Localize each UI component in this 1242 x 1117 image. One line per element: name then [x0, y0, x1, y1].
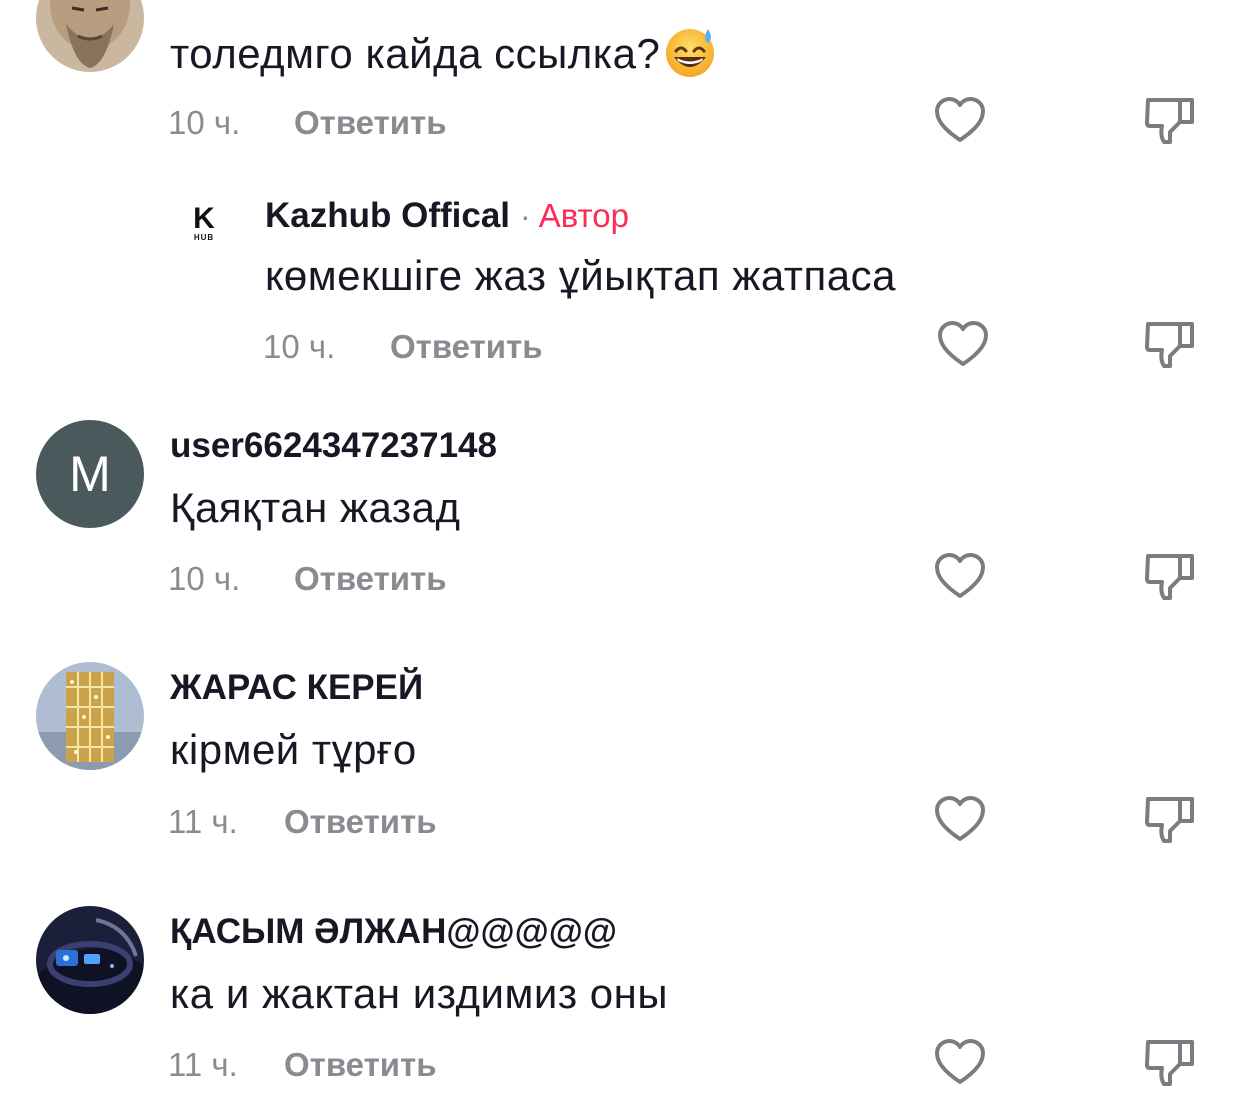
avatar[interactable]: [36, 906, 144, 1014]
comment-username[interactable]: ЖАРАС КЕРЕЙ: [170, 668, 423, 708]
comment-time: 11 ч.: [168, 1046, 238, 1083]
author-badge: Автор: [538, 197, 629, 234]
separator-dot: ·: [520, 198, 531, 234]
dislike-button[interactable]: [1142, 1034, 1198, 1090]
comment-time: 11 ч.: [168, 803, 238, 840]
avatar[interactable]: M: [36, 420, 144, 528]
comment-time: 10 ч.: [168, 104, 241, 141]
avatar[interactable]: [36, 0, 144, 72]
comment-username[interactable]: Kazhub Offical · Автор: [265, 196, 629, 236]
comment-time: 10 ч.: [263, 328, 336, 365]
thumbs-down-outline-icon: [1145, 797, 1194, 843]
dislike-button[interactable]: [1142, 791, 1198, 847]
heart-outline-icon: [935, 796, 985, 841]
dislike-button[interactable]: [1142, 92, 1198, 148]
heart-outline-icon: [938, 321, 988, 366]
reply-button[interactable]: Ответить: [390, 328, 543, 366]
thumbs-down-outline-icon: [1145, 554, 1194, 600]
thumbs-down-outline-icon: [1145, 322, 1194, 368]
comment-text: көмекшіге жаз ұйықтап жатпаса: [265, 252, 896, 299]
thumbs-down-outline-icon: [1145, 1040, 1194, 1086]
reply-button[interactable]: Ответить: [284, 803, 437, 841]
comment-text: кірмей тұрғо: [170, 726, 417, 773]
avatar-logo-subtext: HUB: [193, 233, 215, 242]
avatar[interactable]: K HUB: [168, 188, 240, 260]
reply-button[interactable]: Ответить: [294, 104, 447, 142]
like-button[interactable]: [932, 92, 988, 148]
comment-text: ка и жактан издимиз оны: [170, 970, 669, 1017]
thumbs-down-outline-icon: [1145, 98, 1194, 144]
dislike-button[interactable]: [1142, 548, 1198, 604]
dislike-button[interactable]: [1142, 316, 1198, 372]
sweat-smile-emoji-icon: [666, 28, 715, 77]
comment-time: 10 ч.: [168, 560, 241, 597]
heart-outline-icon: [935, 553, 985, 598]
heart-outline-icon: [935, 97, 985, 142]
comment-username[interactable]: user6624347237148: [170, 426, 497, 466]
reply-button[interactable]: Ответить: [294, 560, 447, 598]
comment-text: Қаяқтан жазад: [170, 484, 461, 531]
like-button[interactable]: [932, 548, 988, 604]
like-button[interactable]: [932, 791, 988, 847]
reply-button[interactable]: Ответить: [284, 1046, 437, 1084]
heart-outline-icon: [935, 1039, 985, 1084]
comment-username[interactable]: ҚАСЫМ ӘЛЖАН@@@@@: [170, 912, 617, 952]
like-button[interactable]: [935, 316, 991, 372]
comment-text: толедмго кайда ссылка?: [170, 28, 718, 79]
like-button[interactable]: [932, 1034, 988, 1090]
avatar-logo-text: K: [193, 202, 215, 235]
avatar[interactable]: [36, 662, 144, 770]
